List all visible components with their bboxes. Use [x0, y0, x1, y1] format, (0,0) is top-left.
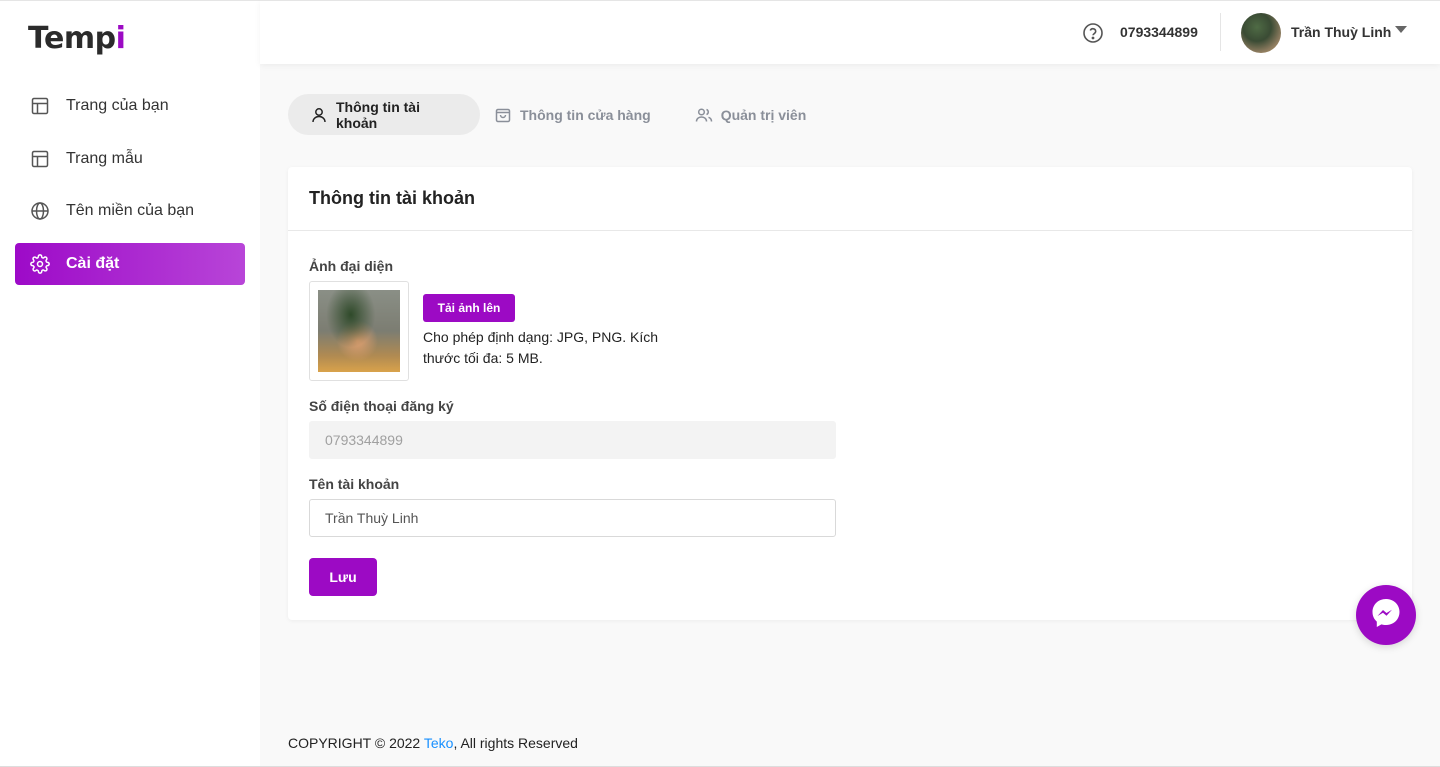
settings-tabs: Thông tin tài khoản Thông tin cửa hàng Q… — [288, 94, 828, 135]
logo[interactable]: Tempi — [28, 21, 126, 56]
messenger-icon — [1369, 596, 1403, 635]
header-phone: 0793344899 — [1120, 24, 1198, 40]
footer-company-link[interactable]: Teko — [424, 735, 454, 751]
header-divider — [1220, 13, 1221, 51]
phone-label: Số điện thoại đăng ký — [309, 398, 454, 414]
sidebar-item-label: Trang của bạn — [66, 97, 169, 114]
tab-label: Thông tin cửa hàng — [520, 106, 651, 123]
avatar-preview — [309, 281, 409, 381]
save-button[interactable]: Lưu — [309, 558, 377, 596]
sidebar-item-domains[interactable]: Tên miền của bạn — [15, 190, 245, 232]
account-info-card: Thông tin tài khoản Ảnh đại diện Tải ảnh… — [288, 167, 1412, 620]
sidebar-item-your-pages[interactable]: Trang của bạn — [15, 85, 245, 127]
tab-admins[interactable]: Quản trị viên — [673, 94, 829, 135]
footer-copyright: COPYRIGHT © 2022 — [288, 735, 424, 751]
card-title: Thông tin tài khoản — [288, 167, 1412, 231]
tab-label: Quản trị viên — [720, 106, 807, 123]
sidebar-nav: Trang của bạn Trang mẫu Tên miền của bạn… — [15, 85, 245, 295]
sidebar-item-label: Trang mẫu — [66, 149, 143, 167]
sidebar-item-label: Tên miền của bạn — [66, 202, 195, 219]
account-name-field[interactable]: Trần Thuỳ Linh — [309, 499, 836, 537]
avatar[interactable] — [1241, 13, 1281, 53]
messenger-chat-button[interactable] — [1356, 585, 1416, 645]
user-icon — [310, 106, 328, 124]
upload-hint: Cho phép định dạng: JPG, PNG. Kích thước… — [423, 329, 659, 366]
help-icon[interactable] — [1082, 22, 1104, 44]
avatar-image — [318, 290, 400, 372]
chevron-down-icon[interactable] — [1395, 26, 1407, 33]
tab-label: Thông tin tài khoản — [336, 98, 420, 131]
sidebar-item-label: Cài đặt — [66, 254, 120, 272]
footer-rights: , All rights Reserved — [453, 735, 578, 751]
sidebar-item-templates[interactable]: Trang mẫu — [15, 138, 245, 180]
avatar-label: Ảnh đại diện — [309, 258, 393, 274]
sidebar: Tempi Trang của bạn Trang mẫu Tên miền c… — [0, 0, 260, 767]
user-name[interactable]: Trần Thuỳ Linh — [1291, 24, 1391, 40]
phone-field: 0793344899 — [309, 421, 836, 459]
gear-icon — [30, 253, 50, 274]
tab-store-info[interactable]: Thông tin cửa hàng — [480, 94, 673, 135]
users-icon — [695, 106, 713, 124]
logo-text: Temp — [28, 21, 116, 56]
tab-account-info[interactable]: Thông tin tài khoản — [288, 94, 480, 135]
globe-icon — [30, 201, 50, 221]
top-bar: 0793344899 Trần Thuỳ Linh — [260, 0, 1440, 64]
layout-icon — [30, 149, 50, 169]
sidebar-item-settings[interactable]: Cài đặt — [15, 242, 245, 285]
logo-accent: i — [115, 21, 126, 56]
footer: COPYRIGHT © 2022 Teko, All rights Reserv… — [288, 735, 578, 751]
upload-avatar-button[interactable]: Tải ảnh lên — [423, 294, 515, 322]
account-name-label: Tên tài khoản — [309, 476, 400, 492]
shopping-bag-icon — [494, 106, 512, 124]
layout-icon — [30, 96, 50, 116]
